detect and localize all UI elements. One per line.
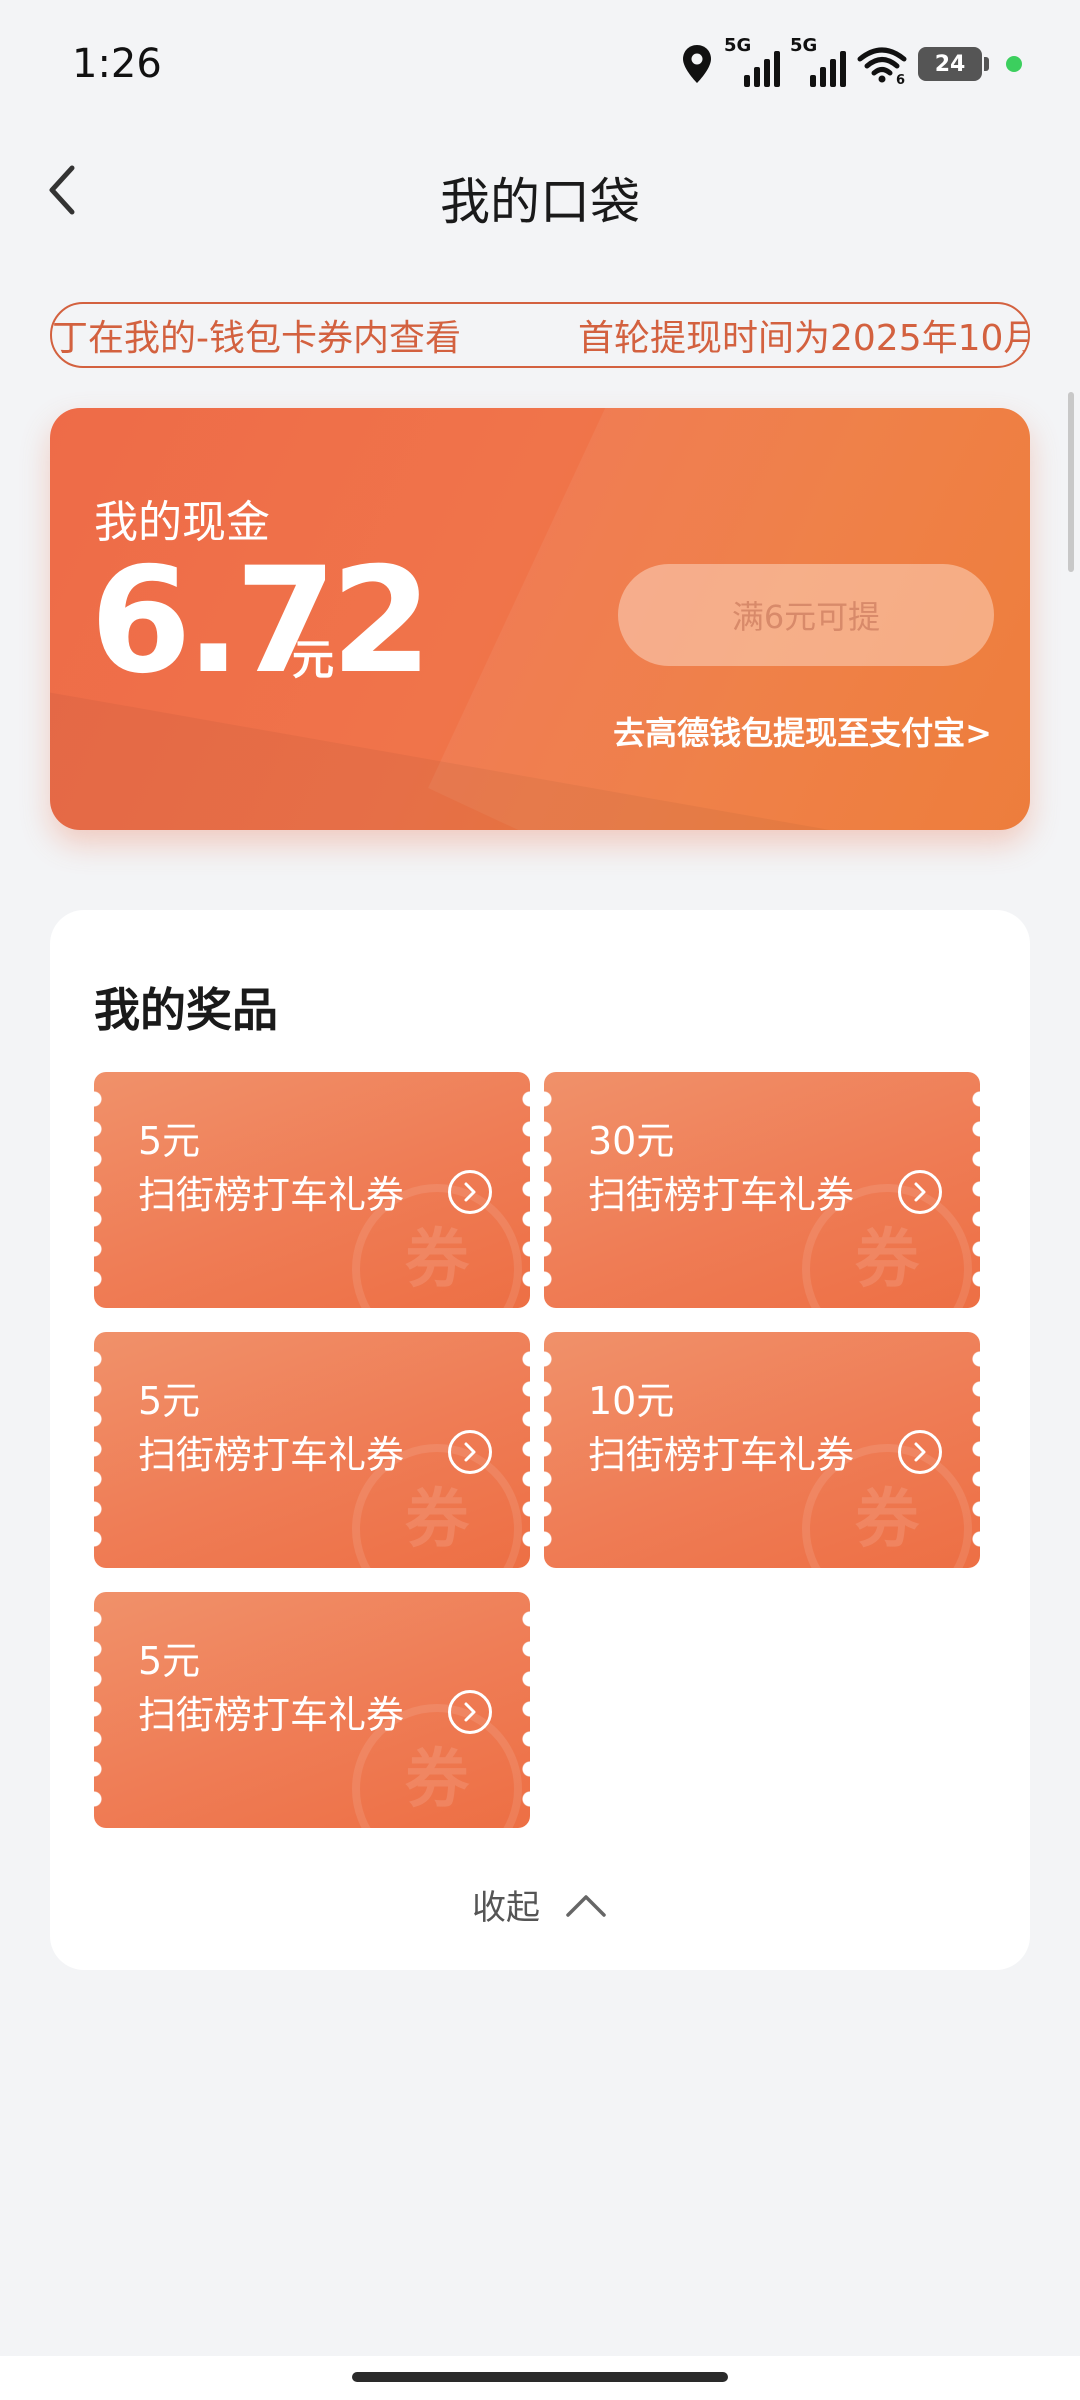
coupon-name: 扫街榜打车礼券 (588, 1433, 855, 1477)
marquee-text-2: 首轮提现时间为2025年10月 (578, 318, 1030, 359)
coupon-name: 扫街榜打车礼券 (588, 1173, 855, 1217)
scrollbar-thumb[interactable] (1068, 392, 1074, 572)
coupon-card[interactable]: 券 30元 扫街榜打车礼券 (544, 1072, 980, 1308)
coupon-name: 扫街榜打车礼券 (138, 1173, 405, 1217)
chevron-right-circle-icon[interactable] (898, 1170, 942, 1214)
page-title: 我的口袋 (440, 173, 640, 231)
chevron-right-circle-icon[interactable] (448, 1690, 492, 1734)
withdraw-button-label: 满6元可提 (731, 598, 881, 636)
status-time: 1:26 (72, 41, 162, 87)
location-icon (683, 45, 711, 83)
coupon-name: 扫街榜打车礼券 (138, 1433, 405, 1477)
chevron-right-circle-icon[interactable] (448, 1430, 492, 1474)
coupon-amount: 5元 (138, 1119, 201, 1163)
collapse-label: 收起 (472, 1888, 540, 1928)
page-header: 我的口袋 (0, 140, 1080, 240)
alipay-withdraw-link[interactable]: 去高德钱包提现至支付宝> (613, 708, 992, 754)
screen: 1:26 5G 5G 6 24 我的口袋 丁在我的-钱包卡券内查看 首轮提现时间… (0, 0, 1080, 2400)
home-indicator[interactable] (352, 2372, 728, 2382)
coupon-card[interactable]: 券 5元 扫街榜打车礼券 (94, 1072, 530, 1308)
signal-1-icon: 5G (724, 35, 780, 87)
wifi-icon: 6 (857, 47, 907, 85)
collapse-button[interactable]: 收起 (50, 1880, 1030, 1929)
privacy-dot (1006, 56, 1022, 72)
cash-card: 我的现金 6.72 元 满6元可提 去高德钱包提现至支付宝> (50, 408, 1030, 830)
status-bar: 1:26 5G 5G 6 24 (0, 0, 1080, 128)
coupon-card[interactable]: 券 5元 扫街榜打车礼券 (94, 1332, 530, 1568)
cash-amount: 6.72 (90, 536, 432, 706)
withdraw-button[interactable]: 满6元可提 (618, 564, 994, 666)
prize-panel: 我的奖品 券 5元 扫街榜打车礼券 券 30元 扫街榜打车礼券 券 5元 扫街榜… (50, 910, 1030, 1970)
chevron-right-circle-icon[interactable] (898, 1430, 942, 1474)
coupon-amount: 10元 (588, 1379, 675, 1423)
battery-icon: 24 (918, 47, 989, 81)
notice-marquee[interactable]: 丁在我的-钱包卡券内查看 首轮提现时间为2025年10月 (50, 302, 1030, 368)
coupon-card[interactable]: 券 10元 扫街榜打车礼券 (544, 1332, 980, 1568)
wifi-badge: 6 (896, 73, 905, 85)
cash-unit: 元 (292, 635, 335, 684)
chevron-right-circle-icon[interactable] (448, 1170, 492, 1214)
chevron-up-icon (566, 1894, 606, 1917)
coupon-card[interactable]: 券 5元 扫街榜打车礼券 (94, 1592, 530, 1828)
coupon-amount: 5元 (138, 1639, 201, 1683)
prize-section-title: 我的奖品 (94, 983, 278, 1037)
marquee-text-1: 丁在我的-钱包卡券内查看 (52, 318, 461, 359)
coupon-amount: 5元 (138, 1379, 201, 1423)
status-icons: 5G 5G 6 24 (680, 35, 1022, 87)
signal-2-icon: 5G (790, 35, 846, 87)
coupon-name: 扫街榜打车礼券 (138, 1693, 405, 1737)
coupon-amount: 30元 (588, 1119, 675, 1163)
battery-level: 24 (934, 51, 966, 77)
